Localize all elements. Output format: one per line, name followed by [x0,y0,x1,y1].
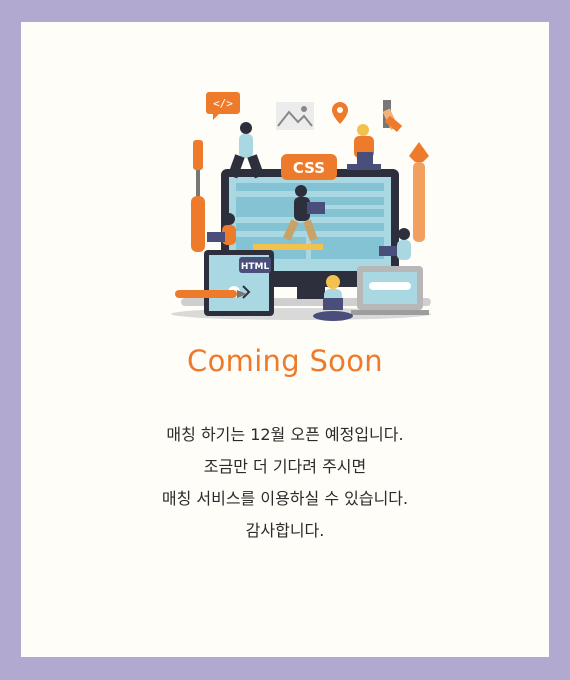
color-swatch-icon [382,100,403,132]
message-line: 조금만 더 기다려 주시면 [203,457,367,476]
coming-soon-title: Coming Soon [187,344,383,378]
laptop [351,266,429,315]
pen-nib-icon [409,142,429,242]
notice-message: 매칭 하기는 12월 오픈 예정입니다. 조금만 더 기다려 주시면 매칭 서비… [21,419,549,547]
message-line: 매칭 하기는 12월 오픈 예정입니다. [166,425,404,444]
css-badge: CSS [281,154,337,180]
code-badge-text: </> [213,97,233,110]
coming-soon-panel: </> CSS HTML Coming Soon 매칭 하기는 12월 오픈 예… [21,22,549,657]
web-development-illustration: </> CSS HTML [171,92,431,321]
css-badge-text: CSS [293,159,325,177]
person-sitting-top [347,124,381,170]
screwdriver-icon [191,140,205,252]
html-badge-text: HTML [241,262,270,272]
code-icon: </> [206,92,240,120]
location-pin-icon [332,102,348,124]
tablet: HTML [204,250,274,316]
image-icon [276,102,314,130]
message-line: 감사합니다. [245,521,325,540]
message-line: 매칭 서비스를 이용하실 수 있습니다. [161,489,409,508]
